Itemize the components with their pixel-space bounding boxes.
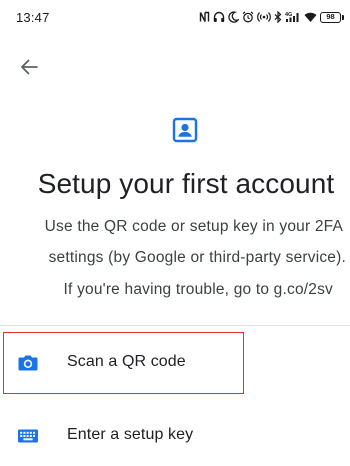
divider xyxy=(0,325,350,326)
status-bar: 13:47 4G 98 xyxy=(0,0,350,34)
enter-setup-key-option[interactable]: Enter a setup key xyxy=(0,406,350,466)
scan-qr-code-option[interactable]: Scan a QR code xyxy=(0,332,350,392)
keyboard-icon xyxy=(18,429,38,443)
wifi-icon xyxy=(304,12,317,22)
bluetooth-icon xyxy=(274,11,282,23)
arrow-left-icon xyxy=(21,59,38,75)
moon-icon xyxy=(228,11,239,23)
account-box-icon xyxy=(172,117,198,143)
status-icons: 4G 98 xyxy=(199,9,344,25)
scan-qr-code-label: Scan a QR code xyxy=(67,353,186,370)
alarm-icon xyxy=(242,11,254,23)
svg-text:4G: 4G xyxy=(285,12,292,18)
battery-level: 98 xyxy=(320,11,341,23)
camera-icon xyxy=(18,355,38,371)
hotspot-icon xyxy=(257,12,271,22)
enter-setup-key-label: Enter a setup key xyxy=(67,426,194,443)
back-button[interactable] xyxy=(14,54,44,80)
nfc-icon xyxy=(199,11,210,22)
battery-icon: 98 xyxy=(320,11,344,23)
signal-icon: 4G xyxy=(285,12,299,22)
page-title: Setup your first account xyxy=(37,168,335,199)
headphones-icon xyxy=(213,11,225,22)
status-time: 13:47 xyxy=(16,10,50,25)
